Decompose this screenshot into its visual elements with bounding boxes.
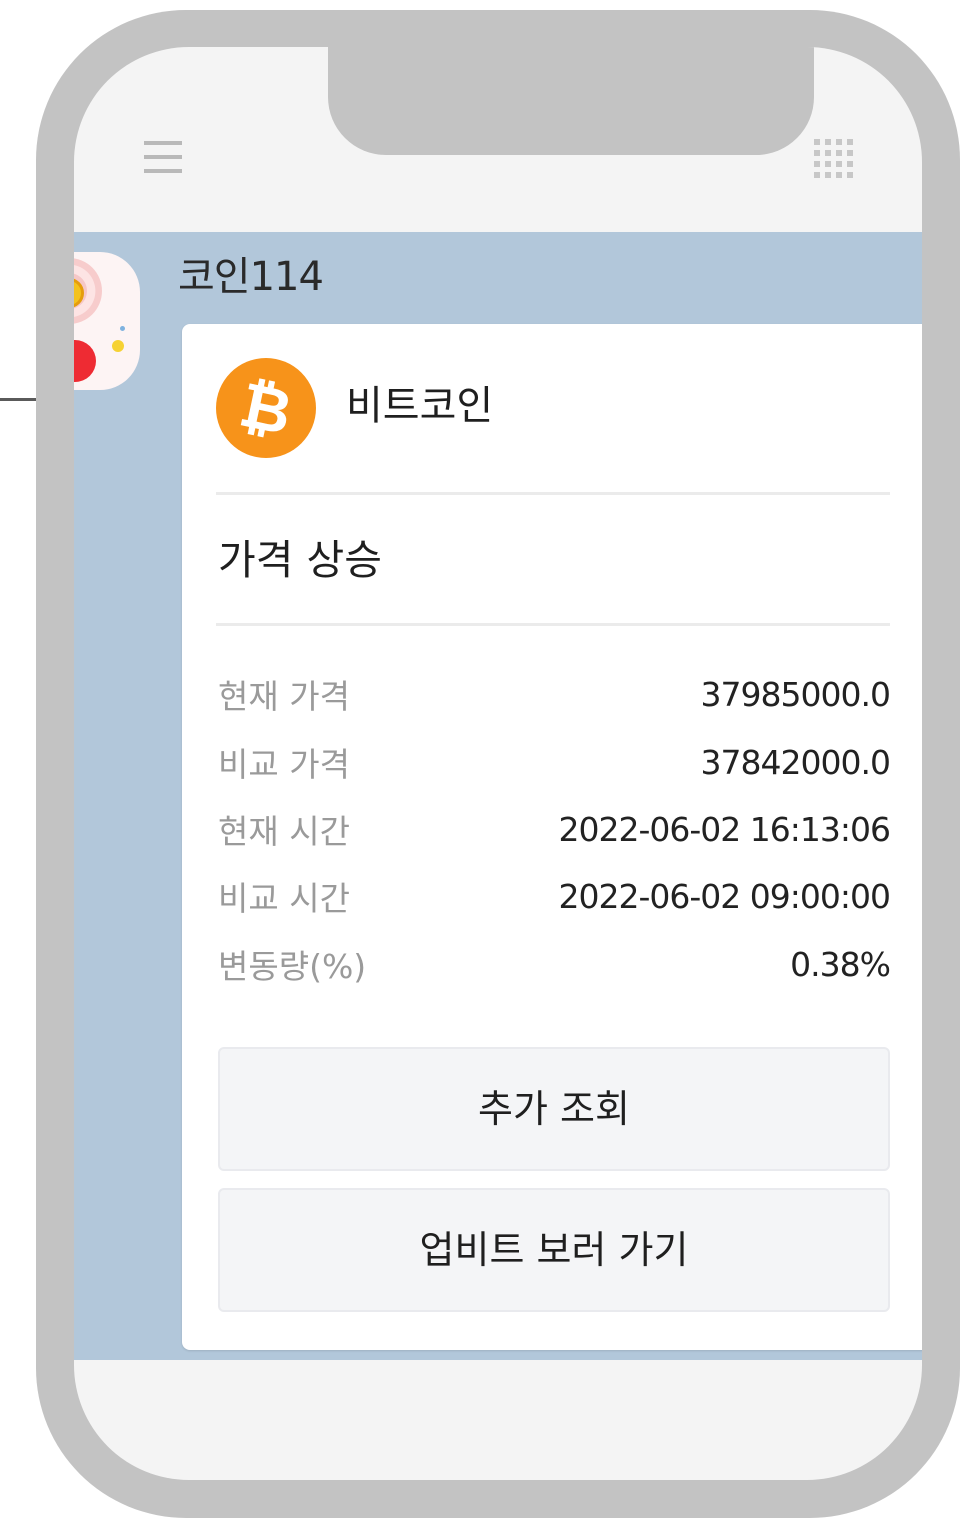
yellow-dot-icon — [112, 340, 124, 352]
bot-name: 코인114 — [178, 254, 324, 300]
go-to-upbit-button[interactable]: 업비트 보러 가기 — [218, 1188, 890, 1312]
info-row-change-percent: 변동량(%) 0.38% — [218, 936, 891, 992]
divider — [216, 492, 890, 495]
coin-alert-card: ₿ 비트코인 가격 상승 현재 가격 37985000.0 비교 가격 3784… — [182, 324, 922, 1350]
blue-dot-icon — [120, 326, 125, 331]
bitcoin-logo-icon: ₿ — [216, 358, 316, 458]
info-value: 2022-06-02 09:00:00 — [558, 876, 891, 916]
info-row-current-time: 현재 시간 2022-06-02 16:13:06 — [218, 801, 891, 857]
info-label: 현재 가격 — [218, 677, 350, 716]
apps-grid-icon[interactable] — [814, 139, 853, 178]
hamburger-menu-icon[interactable] — [144, 139, 182, 175]
red-ball-icon — [74, 340, 96, 382]
phone-screen: $ 코인114 ₿ 비트코인 가격 상승 현재 가격 37985000.0 비교… — [74, 47, 922, 1480]
info-value: 37842000.0 — [700, 742, 891, 782]
info-label: 변동량(%) — [218, 947, 367, 986]
info-row-compare-price: 비교 가격 37842000.0 — [218, 734, 891, 790]
phone-notch — [328, 47, 814, 155]
info-label: 비교 시간 — [218, 879, 350, 918]
coin-name: 비트코인 — [346, 383, 494, 429]
chat-area: $ 코인114 ₿ 비트코인 가격 상승 현재 가격 37985000.0 비교… — [74, 232, 922, 1360]
divider — [216, 623, 890, 626]
info-row-current-price: 현재 가격 37985000.0 — [218, 666, 891, 722]
more-lookup-button[interactable]: 추가 조회 — [218, 1047, 890, 1171]
info-value: 2022-06-02 16:13:06 — [558, 809, 891, 849]
info-row-compare-time: 비교 시간 2022-06-02 09:00:00 — [218, 868, 891, 924]
bot-avatar[interactable]: $ — [74, 252, 140, 390]
connector-line — [0, 398, 36, 401]
info-value: 0.38% — [790, 944, 891, 984]
info-value: 37985000.0 — [700, 674, 891, 714]
status-title: 가격 상승 — [218, 536, 382, 584]
info-label: 비교 가격 — [218, 745, 350, 784]
info-label: 현재 시간 — [218, 812, 350, 851]
